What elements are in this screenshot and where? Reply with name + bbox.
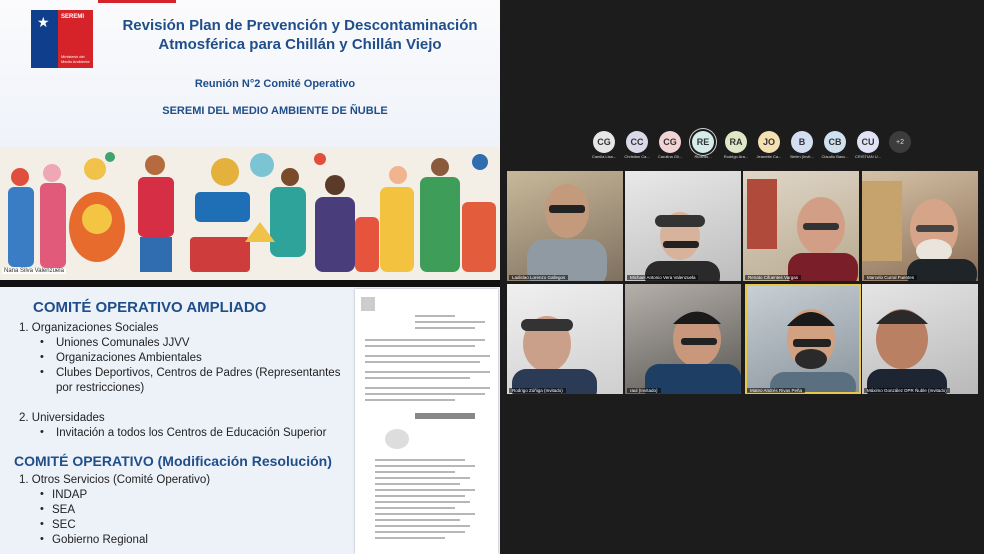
- slide-title: Revisión Plan de Prevención y Descontami…: [122, 17, 478, 53]
- participant-video-icon: [527, 184, 607, 281]
- participant-video-icon: [770, 309, 856, 394]
- video-tile[interactable]: raul (Invitado): [625, 284, 741, 394]
- participant-avatar-selected[interactable]: RE: [692, 131, 714, 153]
- participant-avatar[interactable]: RA: [725, 131, 747, 153]
- meeting-label: Reunión N°2 Comité Operativo: [194, 78, 356, 90]
- participant-avatar[interactable]: B: [791, 131, 813, 153]
- resolution-document-image: [355, 289, 498, 554]
- participant-video-icon: [867, 309, 947, 394]
- star-icon: ★: [37, 14, 50, 30]
- list-item: 1. Otros Servicios (Comité Operativo): [19, 474, 211, 486]
- video-tile-active-speaker[interactable]: Mateo Andrés Rivas Peña: [745, 284, 861, 394]
- video-tile[interactable]: Renato Cifuentes Vargas: [743, 171, 859, 281]
- list-item: Organizaciones Ambientales: [56, 352, 202, 364]
- accent-bar: [98, 0, 176, 3]
- list-item: 1. Organizaciones Sociales: [19, 322, 159, 334]
- seremi-logo: ★ SEREMI Ministerio del Medio Ambiente: [31, 10, 93, 68]
- video-tile[interactable]: Rodrigo Zúñiga (Invitado): [507, 284, 623, 394]
- participant-avatar[interactable]: CB: [824, 131, 846, 153]
- people-illustration: [0, 147, 500, 280]
- slide-divider: [0, 280, 500, 287]
- list-item: SEA: [52, 504, 76, 516]
- speaker-caption: Nana Silva Valenzuela: [2, 268, 66, 274]
- slide-heading-ampliado: COMITÉ OPERATIVO AMPLIADO: [33, 299, 267, 316]
- list-item: SEC: [52, 519, 76, 531]
- slide-heading-modificacion: COMITÉ OPERATIVO (Modificación Resolució…: [14, 453, 332, 469]
- shared-slide-title: ★ SEREMI Ministerio del Medio Ambiente R…: [0, 0, 500, 280]
- more-participants-button[interactable]: +2: [889, 131, 911, 153]
- participant-avatar[interactable]: JO: [758, 131, 780, 153]
- video-tile[interactable]: Michael Antonio Vera Valenzuela: [625, 171, 741, 281]
- participant-video-icon: [862, 181, 977, 281]
- video-tile[interactable]: Marcelo Curral Fuentes: [862, 171, 978, 281]
- office-label: SEREMI DEL MEDIO AMBIENTE DE ÑUBLE: [162, 105, 388, 117]
- participant-video-icon: [512, 316, 597, 394]
- video-tile[interactable]: Ladislao Lorenzo Gallegos: [507, 171, 623, 281]
- participant-video-icon: [645, 212, 720, 281]
- video-tile[interactable]: Máximo González DPR Ñuble (Invitado): [862, 284, 978, 394]
- participant-avatar[interactable]: CC: [626, 131, 648, 153]
- list-item: Invitación a todos los Centros de Educac…: [56, 427, 327, 439]
- list-item: Clubes Deportivos, Centros de Padres (Re…: [56, 367, 341, 379]
- list-item: INDAP: [52, 489, 88, 501]
- participant-avatar[interactable]: CG: [659, 131, 681, 153]
- list-item: por restricciones): [56, 382, 145, 394]
- list-item: Uniones Comunales JJVV: [56, 337, 190, 349]
- participant-avatar[interactable]: CU: [857, 131, 879, 153]
- participant-avatar[interactable]: CG: [593, 131, 615, 153]
- participant-video-icon: [645, 311, 741, 394]
- list-item: 2. Universidades: [19, 412, 105, 424]
- list-item: Gobierno Regional: [52, 534, 148, 546]
- shared-slide-committee: COMITÉ OPERATIVO AMPLIADO 1. Organizacio…: [0, 287, 500, 554]
- participant-video-icon: [747, 179, 858, 281]
